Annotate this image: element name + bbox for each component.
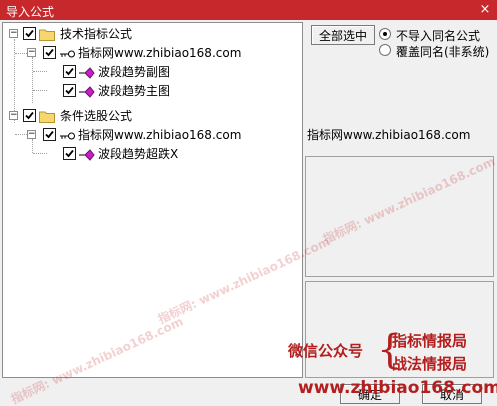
promo-url: www.zhibiao168.com <box>298 378 497 398</box>
item-label: 波段趋势副图 <box>98 65 171 79</box>
collapse-icon[interactable]: − <box>27 48 36 57</box>
tree-source-row[interactable]: − 指标网www.zhibiao168.com <box>3 44 301 62</box>
item-checkbox[interactable] <box>63 65 76 78</box>
pin-icon <box>79 148 95 166</box>
tree-group-screening[interactable]: − 条件选股公式 <box>3 107 301 125</box>
group-checkbox[interactable] <box>23 27 36 40</box>
window-title: 导入公式 <box>6 5 55 19</box>
radio-no-import-label: 不导入同名公式 <box>396 29 481 43</box>
promo-account-2: 战法情报局 <box>392 355 468 373</box>
pin-icon <box>79 85 95 103</box>
item-checkbox[interactable] <box>63 147 76 160</box>
tree-item-row[interactable]: 波段趋势超跌X <box>3 145 301 163</box>
source-checkbox[interactable] <box>43 46 56 59</box>
radio-no-import[interactable] <box>379 28 391 40</box>
tree-group-technical[interactable]: − 技术指标公式 <box>3 25 301 43</box>
group-label: 条件选股公式 <box>60 109 133 123</box>
source-label: 指标网www.zhibiao168.com <box>78 46 242 60</box>
title-bar: 导入公式 × <box>0 0 497 20</box>
close-icon[interactable]: × <box>477 2 493 18</box>
promo-account-1: 指标情报局 <box>392 332 468 350</box>
collapse-icon[interactable]: − <box>9 111 18 120</box>
item-label: 波段趋势主图 <box>98 84 171 98</box>
collapse-icon[interactable]: − <box>9 29 18 38</box>
promo-wechat-label: 微信公众号 <box>288 342 364 360</box>
item-checkbox[interactable] <box>63 84 76 97</box>
radio-overwrite[interactable] <box>379 44 391 56</box>
item-label: 波段趋势超跌X <box>98 147 179 161</box>
source-checkbox[interactable] <box>43 128 56 141</box>
tree-item-row[interactable]: 波段趋势副图 <box>3 63 301 81</box>
radio-overwrite-label: 覆盖同名(非系统) <box>396 45 490 59</box>
radio-selected-dot <box>383 32 387 36</box>
select-all-button[interactable]: 全部选中 <box>311 25 375 45</box>
collapse-icon[interactable]: − <box>27 130 36 139</box>
tree-source-row[interactable]: − 指标网www.zhibiao168.com <box>3 126 301 144</box>
group-checkbox[interactable] <box>23 109 36 122</box>
selected-source-text: 指标网www.zhibiao168.com <box>307 128 471 142</box>
tree-item-row[interactable]: 波段趋势主图 <box>3 82 301 100</box>
source-label: 指标网www.zhibiao168.com <box>78 128 242 142</box>
group-label: 技术指标公式 <box>60 27 133 41</box>
